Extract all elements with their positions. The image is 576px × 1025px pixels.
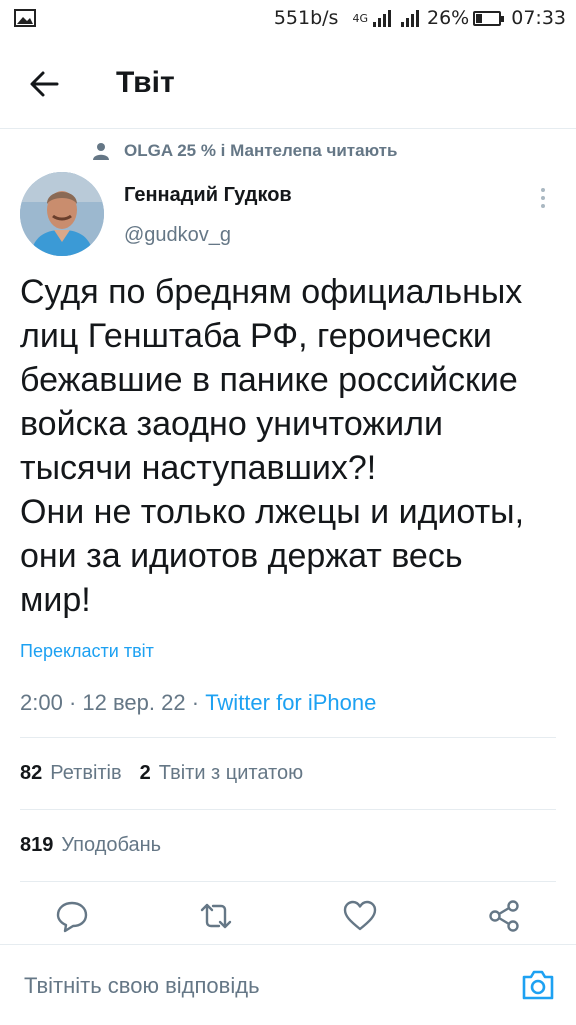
back-arrow-icon[interactable] xyxy=(26,66,62,102)
retweet-icon[interactable] xyxy=(198,898,234,934)
tweet-action-bar xyxy=(0,898,576,942)
reply-composer: Твітніть свою відповідь xyxy=(0,944,576,1025)
likes-stat[interactable]: 819 Уподобань xyxy=(20,834,161,857)
avatar-portrait xyxy=(20,172,104,256)
translate-tweet-link[interactable]: Перекласти твіт xyxy=(20,641,154,662)
author-handle[interactable]: @gudkov_g xyxy=(124,224,231,247)
divider xyxy=(20,809,556,810)
camera-icon[interactable] xyxy=(520,967,556,1003)
retweets-label: Ретвітів xyxy=(50,762,122,784)
author-name[interactable]: Геннадий Гудков xyxy=(124,184,292,207)
reply-input[interactable]: Твітніть свою відповідь xyxy=(24,973,260,999)
quotes-label: Твіти з цитатою xyxy=(158,762,304,784)
page-title: Твіт xyxy=(116,66,175,99)
tweet-date: 12 вер. 22 xyxy=(82,690,186,715)
likes-count: 819 xyxy=(20,834,54,856)
image-notification-icon xyxy=(14,9,36,27)
more-options-icon[interactable] xyxy=(535,186,551,210)
share-icon[interactable] xyxy=(486,898,522,934)
retweet-stats-row: 82 Ретвітів 2 Твіти з цитатою xyxy=(20,762,303,785)
network-type: 4G xyxy=(352,11,368,25)
quotes-stat[interactable]: 2 Твіти з цитатою xyxy=(140,762,303,785)
retweets-count: 82 xyxy=(20,762,43,784)
signal-icon xyxy=(373,9,391,27)
retweets-stat[interactable]: 82 Ретвітів xyxy=(20,762,122,785)
signal-2-icon xyxy=(401,9,419,27)
reply-icon[interactable] xyxy=(54,898,90,934)
battery-icon xyxy=(473,10,505,26)
tweet-source-link[interactable]: Twitter for iPhone xyxy=(205,690,376,715)
clock: 07:33 xyxy=(511,7,566,29)
meta-separator: · xyxy=(191,690,206,715)
social-context[interactable]: OLGA 25 % і Мантелепа читають xyxy=(92,141,397,161)
battery-percent: 26% xyxy=(427,7,470,29)
divider xyxy=(20,737,556,738)
top-app-bar: Твіт xyxy=(0,40,576,129)
likes-label: Уподобань xyxy=(61,834,162,856)
avatar[interactable] xyxy=(20,172,104,256)
like-icon[interactable] xyxy=(342,898,378,934)
tweet-time: 2:00 xyxy=(20,690,63,715)
tweet-meta: 2:00 · 12 вер. 22 · Twitter for iPhone xyxy=(20,690,376,716)
likes-stats-row: 819 Уподобань xyxy=(20,834,161,857)
network-speed: 551b/s xyxy=(273,7,339,29)
status-bar: 551b/s 4G 26% 07:33 xyxy=(0,0,576,40)
social-context-text: OLGA 25 % і Мантелепа читають xyxy=(124,141,398,160)
quotes-count: 2 xyxy=(139,762,151,784)
tweet-text: Судя по бредням официальных лиц Генштаба… xyxy=(20,273,525,619)
person-icon xyxy=(93,143,109,160)
divider xyxy=(20,881,556,882)
meta-separator: · xyxy=(68,690,83,715)
